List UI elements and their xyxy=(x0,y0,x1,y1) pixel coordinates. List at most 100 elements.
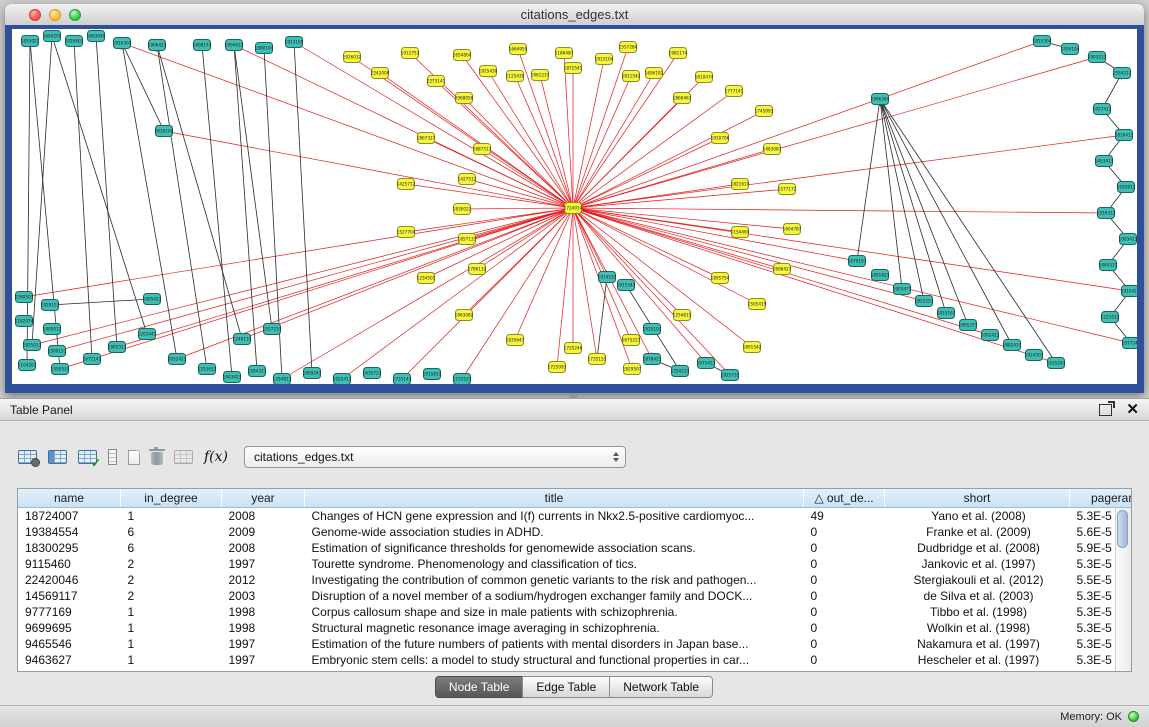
network-node[interactable]: 1914533 xyxy=(598,272,617,283)
network-node[interactable]: 1935913 xyxy=(1117,182,1136,193)
table-row[interactable]: 977716911998Corpus callosum shape and si… xyxy=(18,604,1132,620)
network-node[interactable]: 1664959 xyxy=(509,44,528,55)
network-node[interactable]: 1735143 xyxy=(393,374,412,385)
column-header[interactable]: pagerank xyxy=(1070,489,1133,508)
network-node[interactable]: 1221033 xyxy=(1101,312,1120,323)
network-node[interactable]: 1453413 xyxy=(1095,156,1114,167)
network-node[interactable]: 1696182 xyxy=(645,68,664,79)
network-node[interactable]: 1248133 xyxy=(233,334,252,345)
network-node[interactable]: 1554104 xyxy=(1061,44,1080,55)
table-row[interactable]: 946554611997Estimation of the future num… xyxy=(18,636,1132,652)
network-node[interactable]: 2020603 xyxy=(65,36,84,47)
network-node[interactable]: 2260503 xyxy=(15,292,34,303)
network-node[interactable]: 1905373 xyxy=(959,320,978,331)
network-node[interactable]: 1075423 xyxy=(697,358,716,369)
delete-table-icon[interactable] xyxy=(174,450,193,464)
network-node[interactable]: 1872541 xyxy=(564,63,583,74)
window-titlebar[interactable]: citations_edges.txt xyxy=(5,4,1144,26)
network-node[interactable]: 1505419 xyxy=(748,299,767,310)
network-node[interactable]: 2636108 xyxy=(155,126,174,137)
network-node[interactable]: 1867327 xyxy=(417,133,436,144)
network-node[interactable]: 1606427 xyxy=(773,264,792,275)
network-node[interactable]: 1253613 xyxy=(198,364,217,375)
network-node[interactable]: 1913104 xyxy=(595,54,614,65)
table-row[interactable]: 1872400712008Changes of HCN gene express… xyxy=(18,508,1132,525)
network-node[interactable]: 1604787 xyxy=(783,224,802,235)
table-selector[interactable]: citations_edges.txt xyxy=(244,446,626,468)
import-table-icon[interactable] xyxy=(78,450,97,464)
new-column-icon[interactable] xyxy=(128,450,140,465)
tab-node-table[interactable]: Node Table xyxy=(435,676,524,698)
network-node[interactable]: 1857133 xyxy=(458,234,477,245)
network-node[interactable]: 1961237 xyxy=(531,70,550,81)
network-node[interactable]: 1408174 xyxy=(193,40,212,51)
column-header[interactable]: name xyxy=(18,489,121,508)
network-node[interactable]: 1860463 xyxy=(673,93,692,104)
network-node[interactable]: 1425712 xyxy=(397,179,416,190)
float-panel-icon[interactable] xyxy=(1099,404,1112,416)
close-window-button[interactable] xyxy=(29,9,41,21)
network-node[interactable]: 1966384 xyxy=(871,94,890,105)
network-node[interactable]: 1825013 xyxy=(23,340,42,351)
network-node[interactable]: 1527704 xyxy=(397,227,416,238)
delete-column-icon[interactable] xyxy=(151,452,163,465)
minimize-window-button[interactable] xyxy=(49,9,61,21)
network-node[interactable]: 1906423 xyxy=(148,40,167,51)
network-node[interactable]: 1725093 xyxy=(548,362,567,373)
network-node[interactable]: 1594323 xyxy=(248,366,267,377)
network-node[interactable]: 1926032 xyxy=(343,52,362,63)
network-node[interactable]: 1786132 xyxy=(468,264,487,275)
network-node[interactable]: 1104203 xyxy=(18,360,37,371)
network-node[interactable]: 1905013 xyxy=(43,324,62,335)
network-node[interactable]: 1203443 xyxy=(138,329,157,340)
network-node[interactable]: 1816413 xyxy=(1115,130,1134,141)
network-node[interactable]: 1905313 xyxy=(108,342,127,353)
network-node[interactable]: 1913105 xyxy=(285,37,304,48)
network-node[interactable]: 1044313 xyxy=(1099,260,1118,271)
network-node[interactable]: 2068058 xyxy=(455,93,474,104)
close-panel-icon[interactable]: ✕ xyxy=(1126,402,1139,417)
table-row[interactable]: 946362711997Embryonic stem cells: a mode… xyxy=(18,652,1132,668)
network-node[interactable]: 1878423 xyxy=(643,354,662,365)
network-node[interactable]: 1559313 xyxy=(1097,208,1116,219)
network-node[interactable]: 1610474 xyxy=(695,72,714,83)
network-node[interactable]: 1557233 xyxy=(263,324,282,335)
table-row[interactable]: 1456911722003Disruption of a novel membe… xyxy=(18,588,1132,604)
network-node[interactable]: 1745093 xyxy=(755,106,774,117)
network-node[interactable]: 1895754 xyxy=(711,273,730,284)
column-header[interactable]: △ out_de... xyxy=(804,489,885,508)
table-row[interactable]: 1830029562008Estimation of significance … xyxy=(18,540,1132,556)
network-node[interactable]: 1887513 xyxy=(473,144,492,155)
network-node[interactable]: 1905423 xyxy=(143,294,162,305)
network-node[interactable]: 1830022 xyxy=(453,204,472,215)
network-node[interactable]: 1427512 xyxy=(458,174,477,185)
network-node[interactable]: 1811542 xyxy=(622,71,641,82)
rows-icon[interactable] xyxy=(108,449,117,465)
network-node[interactable]: 1904623 xyxy=(225,40,244,51)
table-row[interactable]: 2242004622012Investigating the contribut… xyxy=(18,572,1132,588)
network-node[interactable]: 1880104 xyxy=(255,43,274,54)
network-node[interactable]: 1254813 xyxy=(273,374,292,385)
network-node[interactable]: 1909243 xyxy=(303,368,322,379)
network-node[interactable]: 1725246 xyxy=(564,343,583,354)
network-node[interactable]: 1910706 xyxy=(711,133,730,144)
network-node[interactable]: 1927413 xyxy=(1093,104,1112,115)
network-node[interactable]: 1092423 xyxy=(981,330,1000,341)
network-node[interactable]: 1635243 xyxy=(1047,358,1066,369)
network-node[interactable]: 1724014 xyxy=(564,203,583,214)
network-node[interactable]: 1925430 xyxy=(479,66,498,77)
function-builder-icon[interactable]: f(x) xyxy=(204,449,228,465)
network-node[interactable]: 2273141 xyxy=(427,76,446,87)
column-header[interactable]: title xyxy=(305,489,804,508)
network-node[interactable]: 1254815 xyxy=(673,310,692,321)
network-node[interactable]: 1815163 xyxy=(937,308,956,319)
network-node[interactable]: 1654804 xyxy=(453,50,472,61)
network-node[interactable]: 1663040 xyxy=(87,31,106,42)
network-node[interactable]: 1924503 xyxy=(1025,350,1044,361)
network-node[interactable]: 1925733 xyxy=(721,370,740,381)
network-node[interactable]: 1891823 xyxy=(871,270,890,281)
table-row[interactable]: 969969511998Structural magnetic resonanc… xyxy=(18,620,1132,636)
network-node[interactable]: 1815343 xyxy=(617,280,636,291)
network-node[interactable]: 1557284 xyxy=(619,42,638,53)
column-header[interactable]: year xyxy=(222,489,305,508)
